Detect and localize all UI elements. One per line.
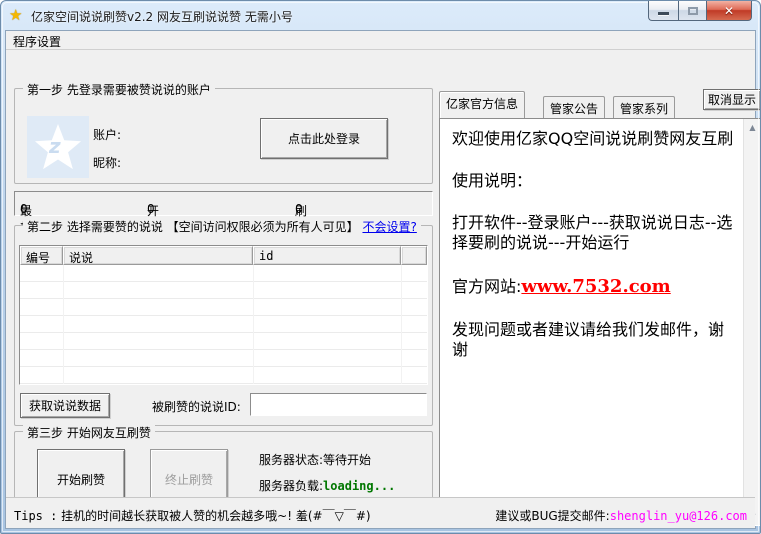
- info-panel: 欢迎使用亿家QQ空间说说刷赞网友互刷 使用说明： 打开软件--登录账户---获取…: [439, 118, 761, 526]
- column-divider: [63, 265, 64, 384]
- account-label: 账户:: [93, 126, 121, 143]
- tips-text: Tips : 挂机的时间越长获取被人赞的机会越多哦~! 羞(#￣▽￣#): [14, 507, 371, 524]
- column-header-number[interactable]: 编号: [20, 246, 63, 265]
- server-load: 服务器负载:loading...: [259, 477, 395, 494]
- maximize-icon: [688, 7, 698, 15]
- minimize-button[interactable]: [648, 1, 678, 21]
- column-header-shuoshuo[interactable]: 说说: [63, 246, 253, 265]
- usage-title: 使用说明：: [452, 171, 737, 192]
- close-icon: ✕: [724, 5, 734, 17]
- window-title: 亿家空间说说刷赞v2.2 网友互刷说说赞 无需小号: [31, 8, 293, 25]
- footer-bar: Tips : 挂机的时间越长获取被人赞的机会越多哦~! 羞(#￣▽￣#) 建议或…: [6, 497, 755, 528]
- step2-title: 第二步 选择需要赞的说说 【空间访问权限必须为所有人可见】 不会设置?: [23, 218, 421, 235]
- menubar: 程序设置: [6, 31, 755, 50]
- table-body[interactable]: [20, 265, 427, 384]
- tab-series[interactable]: 管家系列: [613, 96, 675, 118]
- stats-panel: 最新赞数:0 开始赞数:0 刷新倒计时:0: [14, 191, 433, 216]
- feedback-email: shenglin_yu@126.com: [610, 509, 747, 523]
- minimize-icon: [658, 12, 669, 15]
- server-status: 服务器状态:等待开始: [259, 451, 371, 468]
- info-text: 欢迎使用亿家QQ空间说说刷赞网友互刷 使用说明： 打开软件--登录账户---获取…: [440, 119, 743, 525]
- maximize-button[interactable]: [678, 1, 706, 21]
- target-id-input[interactable]: [250, 393, 427, 416]
- nickname-label: 昵称:: [93, 154, 121, 171]
- usage-steps: 打开软件--登录账户---获取说说日志--选择要刷的说说---开始运行: [452, 213, 737, 255]
- app-star-icon: ★: [9, 6, 22, 24]
- tab-official-info[interactable]: 亿家官方信息: [439, 91, 525, 118]
- info-scrollbar[interactable]: ▲ ▼: [743, 119, 760, 525]
- qzone-logo-icon: z: [27, 116, 89, 178]
- client-area: 程序设置 第一步 先登录需要被赞说说的账户 z 账户: 昵称: 点击此处登录 最…: [5, 30, 756, 529]
- close-button[interactable]: ✕: [706, 1, 752, 21]
- window-controls: ✕: [648, 1, 752, 21]
- help-link[interactable]: 不会设置?: [362, 220, 416, 234]
- step1-group: 第一步 先登录需要被赞说说的账户 z 账户: 昵称: 点击此处登录: [14, 88, 433, 184]
- column-header-extra[interactable]: [401, 246, 427, 265]
- menu-item-program-settings[interactable]: 程序设置: [6, 31, 68, 50]
- column-header-id[interactable]: id: [253, 246, 401, 265]
- target-id-label: 被刷赞的说说ID:: [152, 398, 241, 415]
- welcome-text: 欢迎使用亿家QQ空间说说刷赞网友互刷: [452, 129, 737, 150]
- info-tabstrip: 亿家官方信息 管家公告 管家系列 取消显示: [439, 89, 761, 118]
- column-divider: [253, 265, 254, 384]
- tab-announcements[interactable]: 管家公告: [543, 96, 605, 118]
- titlebar: ★ 亿家空间说说刷赞v2.2 网友互刷说说赞 无需小号 ✕: [1, 1, 760, 30]
- login-button[interactable]: 点击此处登录: [260, 118, 388, 159]
- official-site-link[interactable]: www.7532.com: [521, 276, 670, 297]
- hide-panel-button[interactable]: 取消显示: [703, 89, 761, 110]
- app-window: ★ 亿家空间说说刷赞v2.2 网友互刷说说赞 无需小号 ✕ 程序设置 第一步 先…: [0, 0, 761, 534]
- scroll-up-icon[interactable]: ▲: [744, 119, 761, 136]
- feedback-text: 发现问题或者建议请给我们发邮件，谢谢: [452, 320, 737, 362]
- official-site-line: 官方网站:www.7532.com: [452, 275, 737, 298]
- table-header: 编号 说说 id: [20, 246, 427, 265]
- step3-title: 第三步 开始网友互刷赞: [23, 424, 155, 441]
- feedback-email-line: 建议或BUG提交邮件:shenglin_yu@126.com: [495, 507, 747, 524]
- shuoshuo-table: 编号 说说 id: [19, 245, 428, 385]
- step2-group: 第二步 选择需要赞的说说 【空间访问权限必须为所有人可见】 不会设置? 编号 说…: [14, 225, 433, 426]
- column-divider: [401, 265, 402, 384]
- fetch-shuoshuo-button[interactable]: 获取说说数据: [20, 393, 110, 418]
- step1-title: 第一步 先登录需要被赞说说的账户: [23, 81, 215, 98]
- qzone-z-glyph: z: [49, 134, 61, 158]
